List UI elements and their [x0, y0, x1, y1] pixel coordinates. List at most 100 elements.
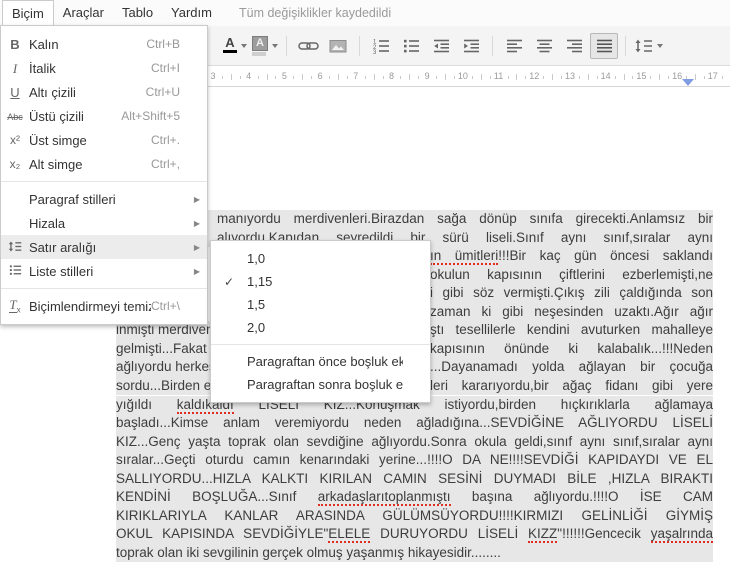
menu-shortcut: Ctrl+. — [150, 133, 180, 147]
bulleted-list-button[interactable] — [397, 33, 425, 59]
insert-image-button[interactable] — [324, 33, 352, 59]
doc-line-4[interactable]: okulun kapısının çiftlerini ezberlemişti… — [430, 265, 713, 285]
doc-line-7[interactable]: ştı tesellilerle kendini avuturken mahal… — [430, 321, 713, 340]
ruler-tick — [382, 76, 384, 79]
line-spacing-icon — [635, 39, 652, 52]
ruler-number: 14 — [600, 71, 611, 81]
ruler-tick — [275, 76, 277, 79]
align-left-button[interactable] — [500, 33, 528, 59]
justify-button[interactable] — [590, 32, 618, 59]
align-right-button[interactable] — [560, 33, 588, 59]
misspelled-word[interactable]: ELELE — [328, 526, 371, 544]
ruler-number: 6 — [317, 71, 323, 81]
ruler-tick — [507, 76, 509, 79]
ruler-tick — [436, 76, 438, 79]
ruler-tick — [337, 74, 339, 80]
menu-item-label: Kalın — [29, 36, 59, 52]
ruler-tick — [445, 74, 447, 80]
menu-item-1-0[interactable]: 1,0 — [211, 247, 430, 270]
doc-line-12[interactable]: başladı...Kimse anlam veremiyordu neden … — [116, 414, 713, 433]
ruler-tick — [346, 76, 348, 79]
menu-item-i-talik[interactable]: I İtalik Ctrl+I — [1, 56, 207, 80]
ruler-tick — [587, 74, 589, 80]
menu-item-hizala[interactable]: Hizala ▶ — [1, 211, 207, 235]
doc-line-6[interactable]: zaman ki gibi neşesinden uzaktı.Ağır ağı… — [430, 302, 713, 322]
ruler-tick — [230, 74, 232, 80]
menu-item-1-15[interactable]: ✓ 1,15 — [211, 270, 430, 293]
chevron-down-icon — [657, 43, 663, 48]
menu-bicim[interactable]: Biçim — [2, 0, 54, 26]
menu-item-satir-araligi[interactable]: Satır aralığı ▶ — [1, 235, 207, 259]
doc-line-13[interactable]: KIZ...Genç yaşta toprak olan sevdiğine a… — [116, 432, 713, 452]
menu-item-paragraf-stilleri[interactable]: Paragraf stilleri ▶ — [1, 187, 207, 211]
menu-item-kalin[interactable]: B Kalın Ctrl+B — [1, 32, 207, 56]
doc-line-3[interactable]: ın ümitleri!!!Bir kaç gün öncesi sakland… — [430, 247, 713, 266]
menu-item-ust-simge[interactable]: x² Üst simge Ctrl+. — [1, 128, 207, 152]
doc-line-17[interactable]: KIRIKLARIYLA KANLAR ARASINDA GÜLÜMSÜYORD… — [116, 506, 713, 526]
insert-link-button[interactable] — [294, 33, 322, 59]
menu-araclar[interactable]: Araçlar — [54, 0, 113, 26]
ruler-tick — [516, 74, 518, 80]
menu-item-ustu-cizili[interactable]: Abc Üstü çizili Alt+Shift+5 — [1, 104, 207, 128]
text-color-button[interactable]: A — [221, 33, 249, 59]
doc-line-9[interactable]: ağlıyordu herkes — [116, 358, 216, 377]
doc-line-16[interactable]: KENDİNİ BOŞLUĞA...Sınıf arkadaşlarıtopla… — [116, 488, 713, 507]
doc-line-14[interactable]: sıralar...Geçti oturdu camın kenarındaki… — [116, 451, 713, 470]
align-center-button[interactable] — [530, 33, 558, 59]
numbered-list-button[interactable]: 123 — [367, 33, 395, 59]
align-center-icon — [536, 39, 552, 52]
ruler-tick — [293, 76, 295, 79]
image-icon — [329, 39, 347, 52]
menu-item-1-5[interactable]: 1,5 — [211, 293, 430, 316]
ruler-tick — [266, 74, 268, 80]
menu-shortcut: Ctrl+B — [146, 37, 180, 51]
ruler-tick — [721, 76, 723, 79]
doc-line-15[interactable]: SALLIYORDU...HIZLA KALKTI KIRILAN CAMIN … — [116, 469, 713, 489]
highlight-color-button[interactable]: A — [251, 33, 279, 59]
misspelled-word[interactable]: yaşalrında — [650, 526, 713, 544]
doc-line-8[interactable]: gelmişti...Fakat — [116, 339, 212, 359]
menu-item-alt-simge[interactable]: x₂ Alt simge Ctrl+, — [1, 152, 207, 176]
doc-line-1[interactable]: manıyordu merdivenleri.Birazdan sağa dön… — [208, 210, 713, 229]
decrease-indent-button[interactable] — [427, 33, 455, 59]
menu-item-label: Paragraf stilleri — [29, 191, 116, 207]
ruler-number: 5 — [281, 71, 287, 81]
menu-item-liste-stilleri[interactable]: Liste stilleri ▶ — [1, 259, 207, 283]
menu-item-paragraftan-once-bosluk-ekle[interactable]: Paragraftan önce boşluk ekle — [211, 350, 430, 373]
menu-item-label: 2,0 — [247, 320, 266, 335]
menu-tablo[interactable]: Tablo — [113, 0, 162, 26]
toolbar-separator — [492, 35, 493, 56]
italic-icon: I — [12, 60, 18, 76]
misspelled-word[interactable]: KIZZ — [528, 526, 558, 544]
menu-item-paragraftan-sonra-bosluk-ekle[interactable]: Paragraftan sonra boşluk ekle — [211, 373, 430, 396]
doc-line-5[interactable]: i gibi söz vermişti.Çıkış zili çaldığınd… — [430, 284, 713, 303]
menu-item-2-0[interactable]: 2,0 — [211, 316, 430, 339]
doc-line-19[interactable]: toprak olan iki sevgilinin gerçek olmuş … — [116, 543, 713, 563]
toolbar-separator — [359, 35, 360, 56]
indent-marker[interactable] — [682, 79, 694, 86]
align-right-icon — [566, 39, 582, 52]
clear-formatting-icon: Tx — [9, 296, 21, 315]
doc-line-10[interactable]: sordu...Birden e — [116, 376, 212, 396]
bold-icon: B — [10, 36, 20, 52]
misspelled-word[interactable]: ın ümitleri — [430, 248, 499, 266]
ruler-number: 3 — [210, 71, 216, 81]
increase-indent-button[interactable] — [457, 33, 485, 59]
menu-shortcut: Ctrl+I — [150, 61, 180, 75]
highlight-color-icon: A — [252, 35, 268, 56]
increase-indent-icon — [463, 39, 479, 52]
doc-line-8[interactable]: kapısının önünde ki kalabalık...!!!Neden — [430, 339, 713, 359]
menu-item-alti-cizili[interactable]: U Altı çizili Ctrl+U — [1, 80, 207, 104]
menu-item-label: Üst simge — [29, 132, 87, 148]
doc-line-18[interactable]: OKUL KAPISINDA SEVDİĞİYLE"ELELE DURUYORD… — [116, 525, 713, 544]
doc-line-10[interactable]: leri kararıyordu,bir ağaç fidanı gibi ye… — [430, 376, 713, 396]
misspelled-word[interactable]: arkadaşlarıtoplanmıştı — [317, 489, 451, 507]
ruler-tick — [578, 76, 580, 79]
doc-line-9[interactable]: ...Dayanamadı yolda ağlayan bir çocuğa — [430, 358, 713, 377]
menu-item-bicimlendirmeyi-temizle[interactable]: Tx Biçimlendirmeyi temizleCtrl+\ — [1, 294, 207, 318]
menu-yardim[interactable]: Yardım — [162, 0, 221, 26]
text-color-icon: A — [223, 36, 237, 53]
ruler-number: 7 — [353, 71, 359, 81]
chevron-down-icon — [241, 43, 247, 48]
line-spacing-button[interactable] — [633, 33, 664, 59]
